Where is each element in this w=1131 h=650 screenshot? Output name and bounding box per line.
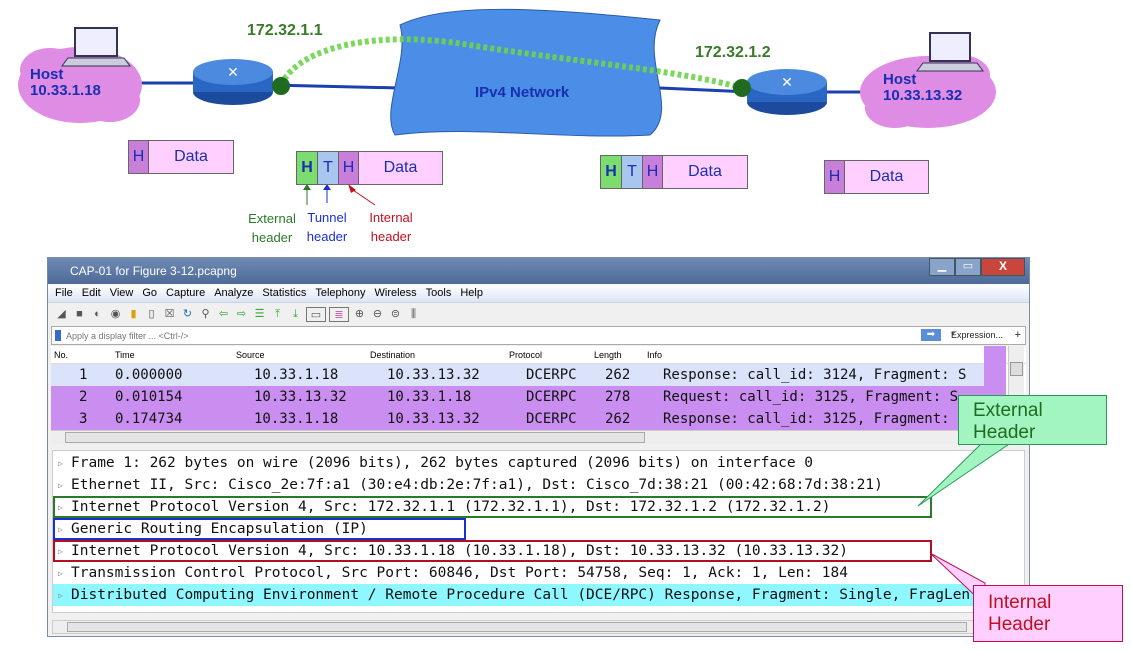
callout-pointers	[917, 439, 1017, 607]
callout-line: Internal	[988, 592, 1052, 613]
callout-line: Header	[973, 422, 1036, 443]
callout-line: External	[973, 400, 1043, 421]
external-header-callout: External Header	[958, 395, 1107, 445]
callout-line: Header	[988, 614, 1051, 635]
internal-header-callout: Internal Header	[973, 585, 1123, 642]
